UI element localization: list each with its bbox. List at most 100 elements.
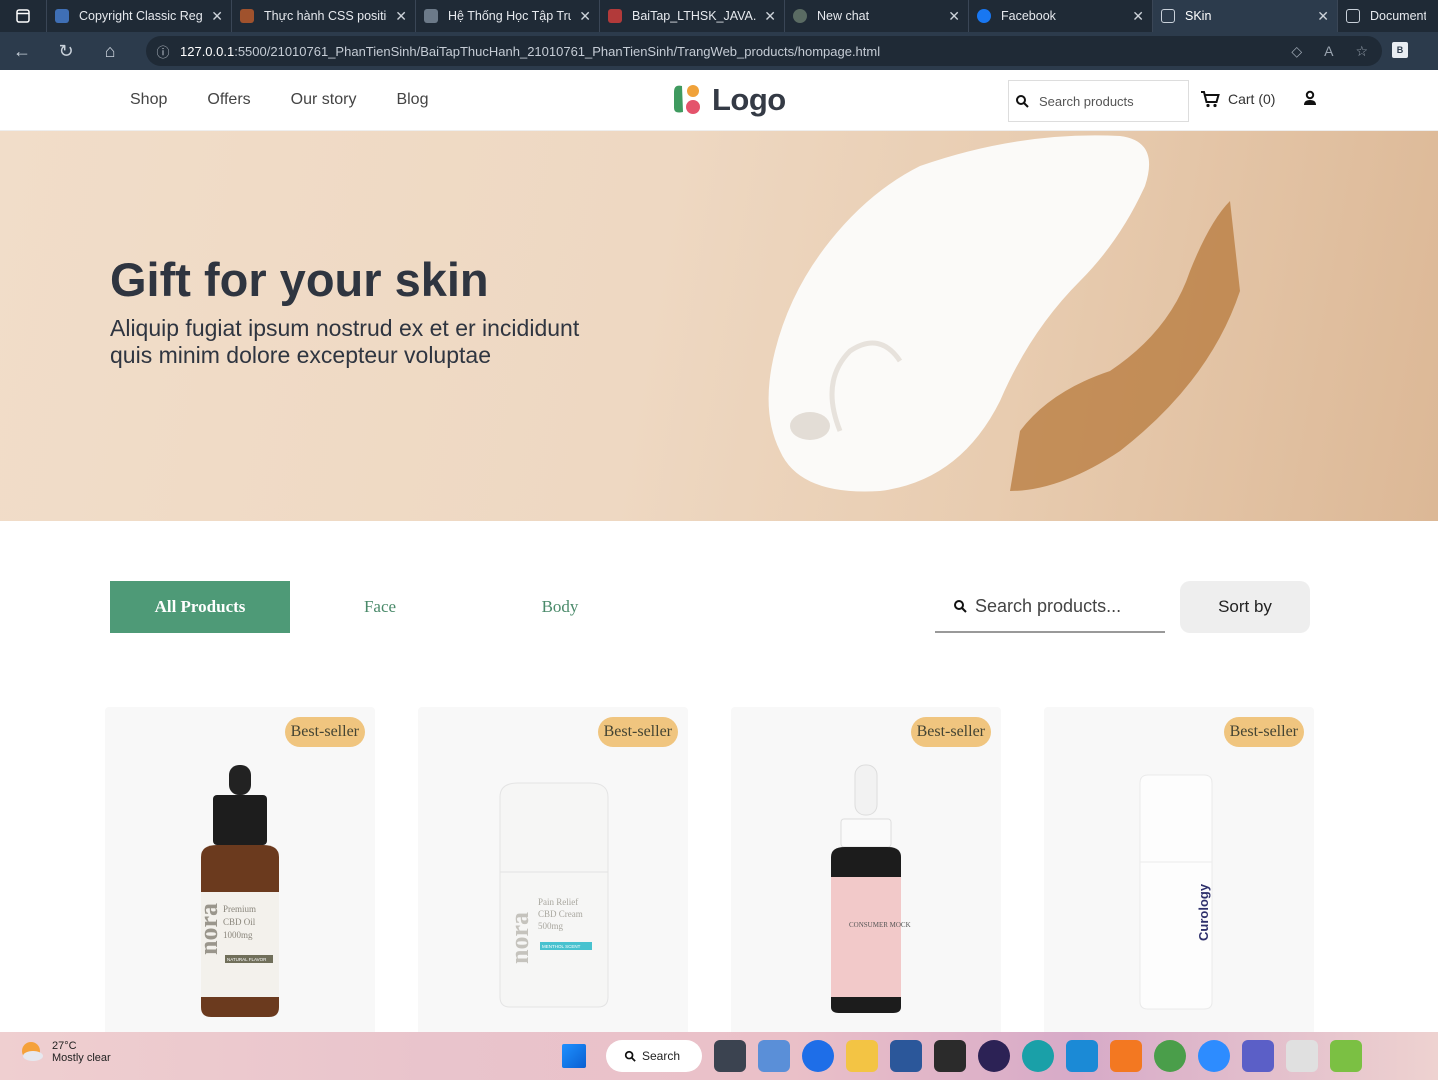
eclipse-icon[interactable] (978, 1040, 1010, 1072)
browser-tab[interactable]: BaiTap_LTHSK_JAVA.pd ✕ (599, 0, 784, 32)
word-icon[interactable] (890, 1040, 922, 1072)
browser-tab[interactable]: New chat ✕ (784, 0, 968, 32)
app-icon[interactable] (1286, 1040, 1318, 1072)
xampp-icon[interactable] (1110, 1040, 1142, 1072)
favorite-icon[interactable]: ☆ (1355, 43, 1368, 60)
close-tab-icon[interactable]: ✕ (764, 8, 776, 25)
browser-tab[interactable]: Thực hành CSS positio ✕ (231, 0, 415, 32)
close-tab-icon[interactable]: ✕ (948, 8, 960, 25)
cart-button[interactable]: Cart (0) (1200, 90, 1275, 108)
product-search-input[interactable]: Search products... (935, 581, 1165, 633)
cart-label: Cart (0) (1228, 91, 1276, 107)
cart-icon (1201, 91, 1220, 108)
logo-text: Logo (712, 82, 786, 117)
home-icon[interactable]: ⌂ (88, 41, 132, 62)
taskbar-search[interactable]: Search (606, 1040, 702, 1072)
menu-shop[interactable]: Shop (130, 91, 167, 109)
weather-temperature: 27°C (52, 1040, 77, 1052)
tab-title: Facebook (1001, 9, 1056, 23)
refresh-icon[interactable]: ↻ (44, 41, 88, 62)
tab-favicon-icon (793, 9, 807, 23)
user-button[interactable] (1302, 90, 1318, 111)
url-field[interactable]: ⓘ 127.0.0.1 :5500/21010761_PhanTienSinh/… (146, 36, 1382, 66)
product-name-label: Premium (223, 904, 256, 914)
site-logo[interactable]: Logo (670, 82, 786, 118)
product-tag-label: MENTHOL SCENT (542, 944, 581, 949)
svg-text:1000mg: 1000mg (223, 930, 253, 940)
tab-title: BaiTap_LTHSK_JAVA.pd (632, 9, 757, 23)
header-search-input[interactable]: Search products (1008, 80, 1189, 122)
product-card[interactable]: Best-seller nora Pain Relief CBD Cream 5… (418, 707, 688, 1037)
hero-title: Gift for your skin (110, 253, 489, 306)
close-tab-icon[interactable]: ✕ (579, 8, 591, 25)
search-icon (1016, 95, 1029, 108)
site-header: Shop Offers Our story Blog Logo Search p… (0, 70, 1438, 131)
menu-our-story[interactable]: Our story (291, 91, 357, 109)
product-search-placeholder: Search products... (975, 595, 1122, 616)
best-seller-badge: Best-seller (1223, 717, 1304, 747)
page-icon (1346, 9, 1360, 23)
tab-title: Document (1370, 9, 1426, 23)
tab-favicon-icon (608, 9, 622, 23)
product-card[interactable]: Best-seller nora Premium CBD Oil 1000mg … (105, 707, 375, 1037)
app-icon[interactable] (714, 1040, 746, 1072)
close-tab-icon[interactable]: ✕ (395, 8, 407, 25)
extension-icon[interactable]: B (1392, 42, 1408, 58)
browser-tab-active[interactable]: SKin ✕ (1152, 0, 1337, 32)
page-icon (1161, 9, 1175, 23)
product-tag-label: NATURAL FLAVOR (227, 957, 267, 962)
close-tab-icon[interactable]: ✕ (1132, 8, 1144, 25)
hero-banner: Gift for your skin Aliquip fugiat ipsum … (0, 131, 1438, 521)
browser-tab-bar: Copyright Classic Regu ✕ Thực hành CSS p… (0, 0, 1438, 32)
windows-start-icon[interactable] (562, 1044, 586, 1068)
tab-favicon-icon (55, 9, 69, 23)
terminal-icon[interactable] (934, 1040, 966, 1072)
tab-title: New chat (817, 9, 870, 23)
product-image-curology: Curology (1139, 774, 1213, 1010)
product-image-cbd-oil: nora Premium CBD Oil 1000mg NATURAL FLAV… (194, 765, 279, 1017)
best-seller-badge: Best-seller (597, 717, 678, 747)
mongodb-icon[interactable] (1154, 1040, 1186, 1072)
sort-button[interactable]: Sort by (1180, 581, 1310, 633)
browser-tab[interactable]: Document (1337, 0, 1434, 32)
browser-tab[interactable]: Facebook ✕ (968, 0, 1152, 32)
tab-title: SKin (1185, 9, 1212, 23)
browser-tab[interactable]: Hệ Thống Học Tập Tru ✕ (415, 0, 599, 32)
vscode-icon[interactable] (1066, 1040, 1098, 1072)
notepad-icon[interactable] (758, 1040, 790, 1072)
zoom-icon[interactable] (1198, 1040, 1230, 1072)
zalo-icon[interactable] (802, 1040, 834, 1072)
teams-icon[interactable] (1242, 1040, 1274, 1072)
tag-icon[interactable]: ◇ (1291, 43, 1302, 60)
read-aloud-icon[interactable]: A (1324, 43, 1333, 60)
menu-offers[interactable]: Offers (207, 91, 250, 109)
tab-body[interactable]: Body (470, 581, 650, 633)
info-icon[interactable]: ⓘ (146, 42, 180, 61)
tab-favicon-icon (240, 9, 254, 23)
svg-text:CBD Oil: CBD Oil (223, 917, 256, 927)
back-icon[interactable]: ← (0, 41, 44, 62)
tab-all-products[interactable]: All Products (110, 581, 290, 633)
tab-title: Hệ Thống Học Tập Tru (448, 9, 572, 23)
user-icon (1304, 90, 1316, 105)
menu-blog[interactable]: Blog (396, 91, 428, 109)
taskbar-pinned-apps (714, 1040, 1374, 1072)
weather-widget[interactable]: 27°C Mostly clear (18, 1040, 111, 1064)
close-tab-icon[interactable]: ✕ (1317, 8, 1329, 25)
url-host: 127.0.0.1 (180, 43, 235, 59)
browser-tab[interactable]: Copyright Classic Regu ✕ (46, 0, 231, 32)
file-explorer-icon[interactable] (846, 1040, 878, 1072)
weather-condition: Mostly clear (52, 1052, 111, 1064)
tab-actions-icon[interactable] (0, 0, 46, 32)
tab-face[interactable]: Face (290, 581, 470, 633)
edge-icon[interactable] (1022, 1040, 1054, 1072)
main-menu: Shop Offers Our story Blog (130, 91, 428, 109)
close-tab-icon[interactable]: ✕ (211, 8, 223, 25)
address-bar-row: ← ↻ ⌂ ⓘ 127.0.0.1 :5500/21010761_PhanTie… (0, 32, 1438, 70)
product-card[interactable]: Best-seller Curology (1044, 707, 1314, 1037)
git-icon[interactable] (1330, 1040, 1362, 1072)
search-icon (624, 1050, 636, 1062)
search-icon (954, 600, 967, 613)
product-card[interactable]: Best-seller CONSUMER MOCK (731, 707, 1001, 1037)
weather-moon-icon (22, 1042, 43, 1061)
